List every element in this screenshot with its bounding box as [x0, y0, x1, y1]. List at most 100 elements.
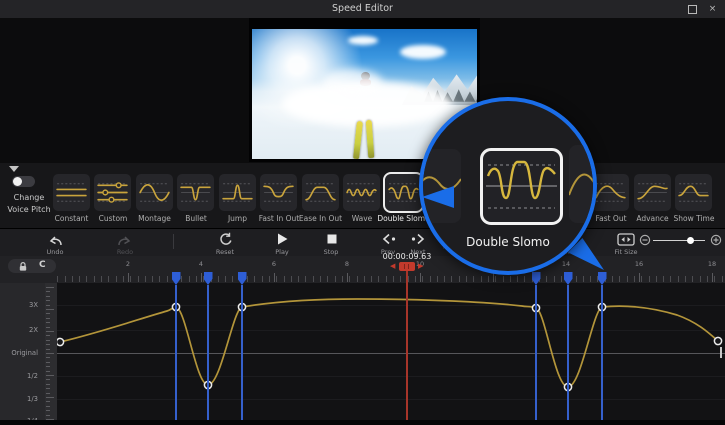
axis-tick	[46, 331, 54, 332]
playhead-handle[interactable]	[399, 262, 415, 271]
preset-card-ease-in-out[interactable]	[301, 174, 339, 211]
undo-icon[interactable]	[47, 233, 63, 247]
axis-tick	[46, 322, 50, 324]
prev-frame-button[interactable]	[381, 233, 397, 245]
ruler-tick	[137, 276, 139, 282]
axis-tick	[46, 361, 50, 363]
ruler-tick	[458, 276, 460, 282]
speed-axis-labels: 3X2XOriginal1/21/31/4	[0, 283, 45, 425]
axis-tick	[46, 370, 50, 372]
ruler-tick	[188, 276, 190, 282]
axis-tick	[46, 339, 50, 341]
axis-tick	[46, 287, 54, 288]
preset-card-montage[interactable]	[135, 174, 173, 211]
speed-curve-graph[interactable]	[57, 283, 725, 420]
ruler-tick	[648, 276, 650, 282]
ruler-number: 8	[344, 260, 350, 268]
ruler-number: 2	[125, 260, 131, 268]
ruler-tick	[414, 276, 416, 282]
ruler-tick	[320, 276, 321, 282]
stop-button[interactable]	[326, 233, 338, 245]
ruler-tick	[641, 276, 643, 282]
ruler-tick	[451, 276, 453, 282]
ruler-tick	[305, 276, 307, 282]
axis-tick	[46, 317, 50, 319]
ruler-tick	[363, 276, 365, 282]
playhead-arrow-left[interactable]: ◀	[390, 262, 395, 271]
maximize-icon[interactable]	[688, 5, 697, 14]
preset-card-fast-in-out[interactable]	[260, 174, 297, 211]
callout-label: Double Slomo	[466, 235, 550, 249]
ruler-tick	[517, 276, 519, 282]
ruler-tick	[247, 276, 248, 282]
ruler-tick	[655, 276, 657, 282]
preset-card-jump[interactable]	[218, 174, 256, 211]
preset-card-double-slomo[interactable]	[382, 172, 424, 213]
play-button[interactable]	[275, 232, 289, 246]
ruler-tick	[71, 276, 73, 282]
close-icon[interactable]: ×	[708, 5, 717, 14]
ruler-tick	[371, 276, 373, 282]
scroll-nub[interactable]	[720, 347, 722, 358]
ruler-tick	[466, 276, 467, 282]
preset-card-custom[interactable]	[94, 174, 131, 211]
curve-keyframe-point[interactable]	[713, 336, 723, 346]
redo-icon[interactable]	[117, 233, 133, 247]
callout-preset-card	[480, 148, 563, 225]
ruler-tick	[101, 276, 102, 282]
axis-tick	[46, 392, 50, 394]
preset-card-wave[interactable]	[343, 174, 380, 211]
preset-card-bullet[interactable]	[177, 174, 214, 211]
playhead-arrow-right[interactable]: ▶	[418, 262, 423, 271]
zoom-slider-knob[interactable]	[687, 236, 694, 244]
fit-size-icon[interactable]	[617, 233, 635, 246]
ruler-tick	[261, 276, 263, 282]
preset-card-fast-out[interactable]	[592, 174, 629, 211]
ruler-tick	[57, 276, 59, 282]
lock-snap-pill: C	[8, 259, 56, 273]
axis-tick	[46, 348, 50, 350]
ruler-tick	[633, 276, 635, 282]
ruler-tick	[553, 276, 555, 282]
ruler-number: 16	[634, 260, 644, 268]
bottom-scrollbar[interactable]	[0, 420, 725, 425]
axis-tick	[46, 357, 50, 359]
lock-icon[interactable]	[17, 261, 29, 272]
magnifier-callout: Double Slomo	[419, 97, 597, 275]
preset-card-show-time[interactable]	[675, 174, 712, 211]
neighbor-card-fragment	[423, 149, 461, 223]
axis-tick	[46, 344, 50, 346]
ruler-tick	[327, 276, 329, 282]
zoom-in-icon[interactable]	[710, 234, 722, 246]
ruler-tick	[524, 276, 526, 282]
ruler-tick	[166, 276, 168, 282]
ruler-tick	[122, 276, 124, 282]
ruler-tick	[677, 276, 679, 282]
timeline-ruler[interactable]: C 24681012141618	[0, 256, 725, 283]
ruler-tick	[334, 276, 336, 282]
snap-icon[interactable]: C	[39, 260, 46, 270]
ruler-tick	[685, 276, 686, 282]
axis-tick	[46, 353, 54, 354]
speed-axis-label: 2X	[29, 326, 38, 334]
keyframe-line	[601, 285, 603, 420]
speed-curve-path	[59, 298, 719, 388]
title-bar: Speed Editor ×	[0, 0, 725, 19]
ruler-tick	[400, 276, 402, 282]
preset-card-advance[interactable]	[633, 174, 671, 211]
speed-curve	[57, 298, 723, 392]
neighbor-card-fragment	[569, 145, 593, 223]
zoom-slider-track[interactable]	[653, 239, 705, 241]
divider	[173, 234, 174, 249]
axis-tick	[46, 375, 54, 376]
ruler-tick	[721, 276, 723, 282]
ruler-tick	[429, 276, 431, 282]
preset-card-constant[interactable]	[52, 174, 90, 211]
ruler-tick	[663, 276, 665, 282]
axis-tick	[46, 405, 50, 407]
reset-icon[interactable]	[218, 232, 233, 247]
curve-keyframe-point[interactable]	[57, 337, 65, 347]
ruler-tick	[590, 276, 592, 282]
zoom-out-icon[interactable]	[639, 234, 651, 246]
preview-area	[0, 18, 725, 163]
